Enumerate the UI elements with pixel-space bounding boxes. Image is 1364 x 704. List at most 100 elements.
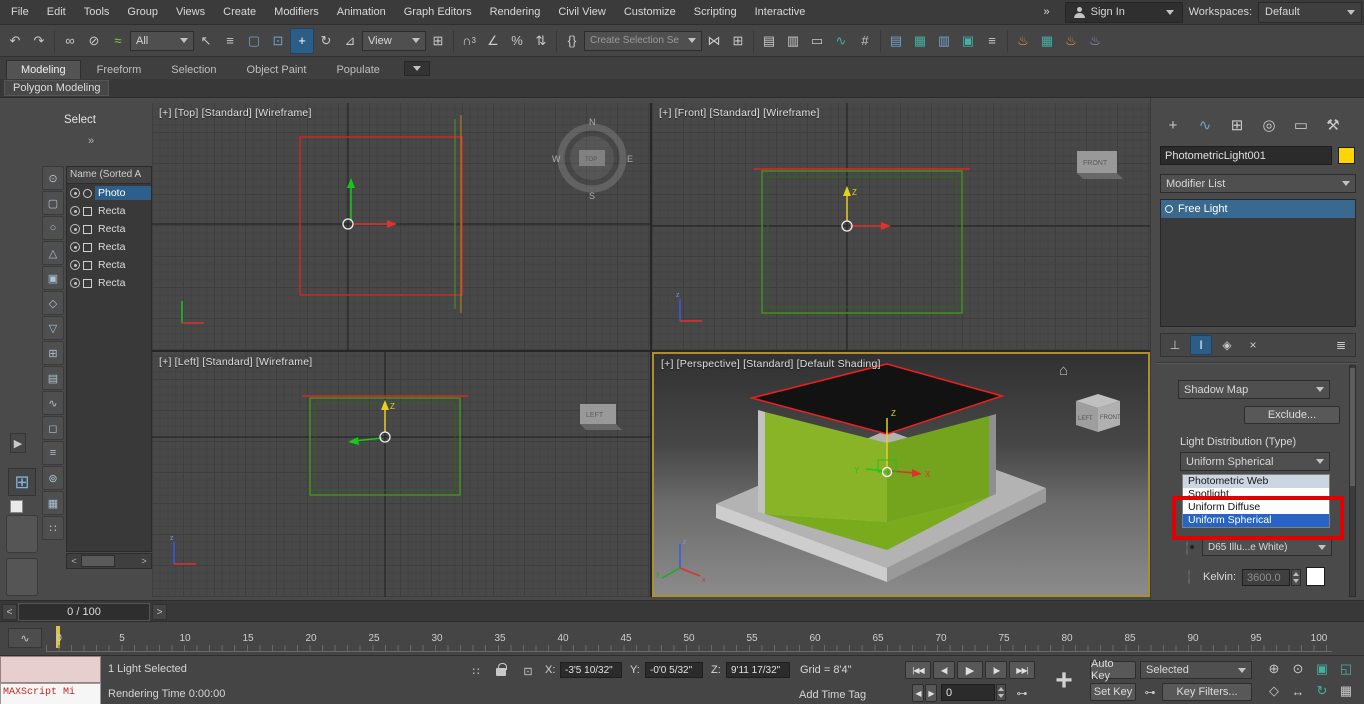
next-key-button[interactable]: |▶: [985, 661, 1007, 679]
kelvin-spinner[interactable]: [1291, 569, 1301, 586]
exclude-button[interactable]: Exclude...: [1244, 406, 1340, 424]
tab-populate[interactable]: Populate: [322, 61, 393, 79]
show-end-result-icon[interactable]: I: [1190, 335, 1212, 355]
viewcube-left-face-label[interactable]: LEFT: [1078, 416, 1093, 422]
viewport-label[interactable]: [+] [Front] [Standard] [Wireframe]: [659, 107, 820, 119]
mirror-icon[interactable]: ⋈: [702, 28, 726, 54]
x-coordinate-field[interactable]: -3'5 10/32": [560, 662, 622, 678]
previous-frame-button[interactable]: ◀: [912, 684, 924, 702]
undo-icon[interactable]: ↶: [3, 28, 27, 54]
move-gizmo[interactable]: Z: [841, 186, 891, 232]
menu-edit[interactable]: Edit: [38, 0, 75, 24]
maxscript-mini-listener[interactable]: [0, 656, 101, 683]
configure-modifier-sets-icon[interactable]: ≣: [1330, 335, 1352, 355]
unlink-selection-icon[interactable]: ⊘: [82, 28, 106, 54]
compass-west-label[interactable]: W: [552, 154, 561, 164]
make-unique-icon[interactable]: ◈: [1216, 335, 1238, 355]
time-slider-track[interactable]: < 0 / 100 >: [0, 600, 1364, 622]
utilities-tab-icon[interactable]: ⚒: [1320, 112, 1346, 138]
rectangular-selection-region-icon[interactable]: ▢: [242, 28, 266, 54]
align-icon[interactable]: ⊞: [726, 28, 750, 54]
next-frame-button[interactable]: ▶: [925, 684, 937, 702]
menu-graph-editors[interactable]: Graph Editors: [395, 0, 481, 24]
tab-freeform[interactable]: Freeform: [83, 61, 156, 79]
toggle-scene-explorer-icon[interactable]: ▤: [757, 28, 781, 54]
tab-selection[interactable]: Selection: [157, 61, 230, 79]
render-setup-icon[interactable]: ♨: [1011, 28, 1035, 54]
edit-named-selection-sets-icon[interactable]: {}: [560, 28, 584, 54]
visibility-eye-icon[interactable]: [70, 242, 80, 252]
viewport-perspective[interactable]: Z X Y LEFT FRONT z y x ⌂ [+] [Perspectiv…: [652, 352, 1150, 597]
key-filters-button[interactable]: Key Filters...: [1162, 683, 1252, 701]
display-xrefs-icon[interactable]: ▤: [42, 366, 64, 390]
scroll-right-icon[interactable]: >: [137, 554, 151, 568]
layout-tab-button[interactable]: [6, 558, 38, 596]
menu-file[interactable]: File: [2, 0, 38, 24]
viewport-left[interactable]: Z z LEFT [+] [Left] [Standard] [Wirefram…: [152, 352, 650, 597]
tab-object-paint[interactable]: Object Paint: [233, 61, 321, 79]
filter-color-swatch[interactable]: [1306, 567, 1325, 586]
spinner-snap-icon[interactable]: ⇅: [529, 28, 553, 54]
frame-spinner[interactable]: [996, 684, 1006, 701]
viewport-front[interactable]: Z z FRONT [+] [Front] [Standard] [Wirefr…: [652, 103, 1150, 350]
layer-manager-icon[interactable]: ▤: [884, 28, 908, 54]
list-item[interactable]: Recta: [67, 238, 151, 256]
display-containers-icon[interactable]: ◻: [42, 416, 64, 440]
list-item[interactable]: Recta: [67, 256, 151, 274]
pan-view-icon[interactable]: ↔: [1286, 680, 1310, 702]
list-views-icon[interactable]: ≡: [980, 28, 1004, 54]
orbit-icon[interactable]: ↻: [1310, 680, 1334, 702]
modifier-stack[interactable]: Free Light: [1160, 199, 1356, 327]
pin-stack-icon[interactable]: ⊥: [1164, 335, 1186, 355]
set-key-button[interactable]: Set Key: [1090, 683, 1136, 701]
zoom-extents-icon[interactable]: ▣: [1310, 658, 1334, 680]
compass-east-label[interactable]: E: [627, 154, 633, 164]
viewcube[interactable]: LEFT FRONT: [1076, 394, 1121, 432]
display-groups-icon[interactable]: ⊞: [42, 341, 64, 365]
snaps-toggle-icon[interactable]: ∩ 3: [457, 28, 481, 54]
timeline-ruler[interactable]: 0 5 10 15 20 25 30 35 40 45 50 55 60 65 …: [46, 625, 1332, 652]
front-grip-cube[interactable]: FRONT: [1077, 151, 1123, 179]
window-crossing-icon[interactable]: ⊡: [266, 28, 290, 54]
menu-civil-view[interactable]: Civil View: [549, 0, 614, 24]
light-color-dropdown[interactable]: D65 Illu...e White): [1202, 538, 1332, 556]
zoom-icon[interactable]: ⊕: [1262, 658, 1286, 680]
display-tab-icon[interactable]: ▭: [1288, 112, 1314, 138]
motion-tab-icon[interactable]: ◎: [1256, 112, 1282, 138]
zoom-extents-all-icon[interactable]: ◱: [1334, 658, 1358, 680]
selection-lock-icon[interactable]: [492, 660, 510, 678]
explorer-name-column-header[interactable]: Name (Sorted A: [67, 167, 151, 184]
object-color-swatch[interactable]: [1338, 147, 1355, 164]
layout-tab-button[interactable]: [6, 515, 38, 553]
named-selection-sets-dropdown[interactable]: Create Selection Se: [584, 30, 702, 51]
play-button[interactable]: ▶: [957, 661, 983, 679]
polygon-modeling-panel[interactable]: Polygon Modeling: [4, 80, 110, 96]
visibility-eye-icon[interactable]: [70, 224, 80, 234]
redo-icon[interactable]: ↷: [27, 28, 51, 54]
y-coordinate-field[interactable]: -0'0 5/32": [645, 662, 703, 678]
display-bones-icon[interactable]: ∿: [42, 391, 64, 415]
menu-modifiers[interactable]: Modifiers: [265, 0, 328, 24]
display-geometry-icon[interactable]: ▢: [42, 191, 64, 215]
next-frame-arrow[interactable]: >: [152, 604, 167, 620]
viewcube-home-icon[interactable]: ⌂: [1059, 362, 1068, 379]
mini-curve-editor-icon[interactable]: ∿: [8, 628, 42, 648]
current-frame-field[interactable]: 0: [941, 684, 995, 701]
menu-interactive[interactable]: Interactive: [746, 0, 815, 24]
viewport-label[interactable]: [+] [Top] [Standard] [Wireframe]: [159, 107, 312, 119]
display-materials-icon[interactable]: ▦: [42, 491, 64, 515]
selected-keying-dropdown[interactable]: Selected: [1140, 661, 1252, 679]
move-gizmo[interactable]: Z: [348, 400, 395, 445]
tab-modeling[interactable]: Modeling: [6, 60, 81, 79]
layout-preset-icon[interactable]: [10, 500, 23, 513]
move-gizmo[interactable]: [342, 178, 397, 230]
shadow-type-dropdown[interactable]: Shadow Map: [1178, 380, 1330, 399]
schematic-view-icon[interactable]: #: [853, 28, 877, 54]
menu-create[interactable]: Create: [214, 0, 265, 24]
expand-panel-arrow[interactable]: ▶: [10, 433, 26, 453]
keyable-icons-toggle[interactable]: ⊶: [1140, 682, 1160, 702]
compass-south-label[interactable]: S: [589, 191, 595, 201]
display-lights-icon[interactable]: ○: [42, 216, 64, 240]
lock-explorer-icon[interactable]: ∷: [42, 516, 64, 540]
object-name-field[interactable]: PhotometricLight001: [1160, 146, 1332, 165]
